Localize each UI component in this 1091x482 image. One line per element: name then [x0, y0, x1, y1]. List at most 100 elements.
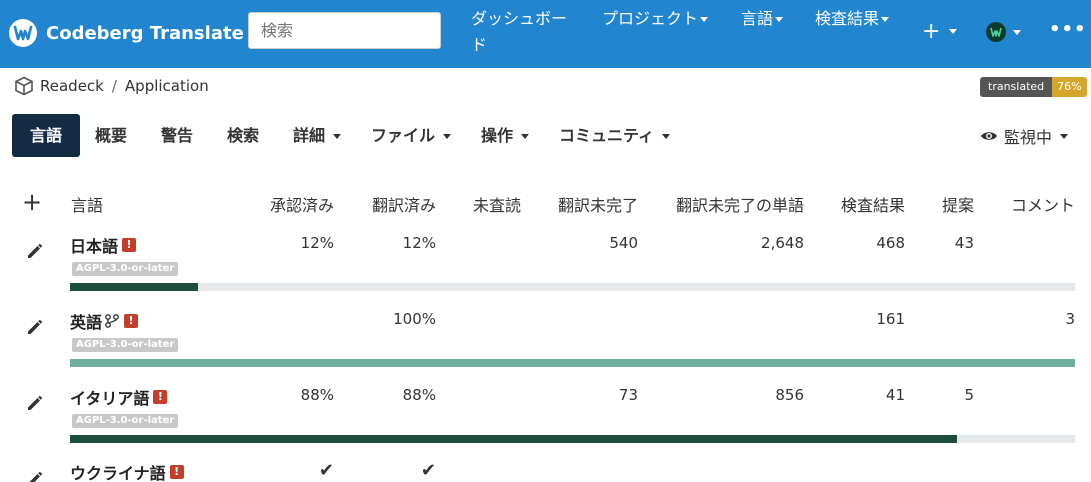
eye-icon	[981, 132, 997, 140]
pencil-icon[interactable]	[26, 392, 46, 412]
top-navbar: Codeberg Translate ダッシュボード プロジェクト 言語 検査結…	[0, 0, 1091, 68]
source-branch-icon	[105, 314, 119, 328]
chevron-down-icon	[1013, 29, 1021, 35]
header-translated[interactable]: 翻訳済み	[350, 192, 436, 216]
tab-details-label: 詳細	[293, 126, 326, 145]
tab-details[interactable]: 詳細	[293, 114, 341, 157]
user-menu[interactable]	[986, 22, 1021, 42]
comments-value[interactable]: 3	[995, 310, 1075, 328]
progress-bar-fill	[70, 283, 198, 291]
badge-label: translated	[980, 77, 1053, 97]
pencil-icon[interactable]	[26, 468, 46, 482]
approved-value[interactable]: 88%	[250, 386, 334, 404]
chevron-down-icon	[700, 17, 709, 22]
breadcrumb: Readeck / Application	[14, 76, 209, 96]
nav-languages-label: 言語	[741, 9, 774, 28]
checks-value[interactable]: 161	[820, 310, 905, 328]
breadcrumb-project[interactable]: Readeck	[40, 77, 104, 95]
cube-icon	[15, 76, 33, 96]
chevron-down-icon	[442, 134, 451, 139]
alert-icon: !	[169, 465, 184, 479]
nav-languages[interactable]: 言語	[741, 6, 784, 32]
language-name: イタリア語	[70, 389, 150, 408]
pencil-icon[interactable]	[26, 316, 46, 336]
pencil-icon[interactable]	[26, 240, 46, 260]
language-name: 英語	[70, 313, 103, 332]
tab-overview[interactable]: 概要	[95, 114, 127, 157]
untranslated-value[interactable]: 540	[540, 234, 638, 252]
header-untranslated[interactable]: 翻訳未完了	[540, 192, 638, 216]
plus-icon: +	[922, 19, 941, 44]
header-approved[interactable]: 承認済み	[250, 192, 334, 216]
add-language-button[interactable]: +	[22, 190, 42, 214]
progress-bar	[70, 435, 1075, 443]
tab-community-label: コミュニティ	[559, 126, 655, 145]
language-name: ウクライナ語	[70, 464, 166, 482]
alert-icon: !	[122, 238, 137, 252]
checks-value[interactable]: 468	[820, 234, 905, 252]
tab-alerts[interactable]: 警告	[161, 114, 193, 157]
chevron-down-icon	[881, 17, 890, 22]
brand[interactable]: Codeberg Translate	[8, 18, 244, 48]
nav-checks-label: 検査結果	[815, 9, 880, 28]
language-link-ukrainian[interactable]: ウクライナ語 !	[70, 460, 184, 482]
header-suggestions[interactable]: 提案	[930, 192, 974, 216]
header-untranslated-words[interactable]: 翻訳未完了の単語	[660, 192, 804, 216]
nav-projects[interactable]: プロジェクト	[602, 6, 709, 32]
translated-value[interactable]: 88%	[350, 386, 436, 404]
breadcrumb-component[interactable]: Application	[125, 77, 209, 95]
language-link-italian[interactable]: イタリア語 !	[70, 385, 168, 409]
license-badge: AGPL-3.0-or-later	[72, 338, 179, 352]
header-comments[interactable]: コメント	[995, 192, 1075, 216]
alert-icon: !	[153, 390, 168, 404]
approved-check-icon: ✔	[318, 460, 334, 481]
progress-bar	[70, 359, 1075, 367]
nav-projects-label: プロジェクト	[602, 9, 699, 28]
chevron-down-icon	[1060, 133, 1069, 139]
checks-value[interactable]: 41	[820, 386, 905, 404]
tab-operations-label: 操作	[481, 126, 514, 145]
codeberg-translate-logo-icon	[9, 19, 37, 47]
more-menu-icon[interactable]: •••	[1049, 19, 1087, 40]
tab-languages[interactable]: 言語	[12, 114, 81, 157]
tab-operations[interactable]: 操作	[481, 114, 529, 157]
progress-bar-fill	[70, 359, 1075, 367]
chevron-down-icon	[520, 134, 529, 139]
breadcrumb-separator: /	[111, 77, 117, 95]
progress-bar-fill	[70, 435, 958, 443]
header-checks[interactable]: 検査結果	[820, 192, 905, 216]
tab-files[interactable]: ファイル	[371, 114, 451, 157]
nav-checks[interactable]: 検査結果	[815, 6, 890, 32]
chevron-down-icon	[949, 29, 958, 34]
header-language[interactable]: 言語	[71, 192, 103, 216]
brand-name: Codeberg Translate	[46, 22, 244, 44]
translation-status-badge[interactable]: translated 76%	[980, 77, 1087, 97]
nav-dashboard[interactable]: ダッシュボード	[471, 6, 581, 58]
license-badge: AGPL-3.0-or-later	[72, 414, 179, 428]
badge-value: 76%	[1052, 77, 1087, 97]
user-avatar-icon	[986, 22, 1006, 42]
tab-search[interactable]: 検索	[227, 114, 259, 157]
suggestions-value[interactable]: 5	[930, 386, 974, 404]
tab-community[interactable]: コミュニティ	[559, 114, 670, 157]
chevron-down-icon	[775, 17, 784, 22]
tab-files-label: ファイル	[371, 126, 436, 145]
progress-bar	[70, 283, 1075, 291]
chevron-down-icon	[332, 134, 341, 139]
chevron-down-icon	[661, 134, 670, 139]
translated-value[interactable]: 100%	[350, 310, 436, 328]
add-menu[interactable]: +	[922, 19, 958, 44]
language-link-english[interactable]: 英語 !	[70, 309, 139, 333]
untranslated-words-value[interactable]: 856	[660, 386, 804, 404]
translated-value[interactable]: 12%	[350, 234, 436, 252]
header-unreviewed[interactable]: 未査読	[473, 192, 521, 216]
untranslated-value[interactable]: 73	[540, 386, 638, 404]
approved-value[interactable]: 12%	[250, 234, 334, 252]
suggestions-value[interactable]: 43	[930, 234, 974, 252]
watch-label: 監視中	[1004, 128, 1053, 147]
translated-check-icon: ✔	[420, 460, 436, 481]
language-link-japanese[interactable]: 日本語 !	[70, 233, 137, 257]
untranslated-words-value[interactable]: 2,648	[660, 234, 804, 252]
search-input[interactable]	[248, 12, 441, 49]
watch-button[interactable]: 監視中	[980, 124, 1069, 148]
